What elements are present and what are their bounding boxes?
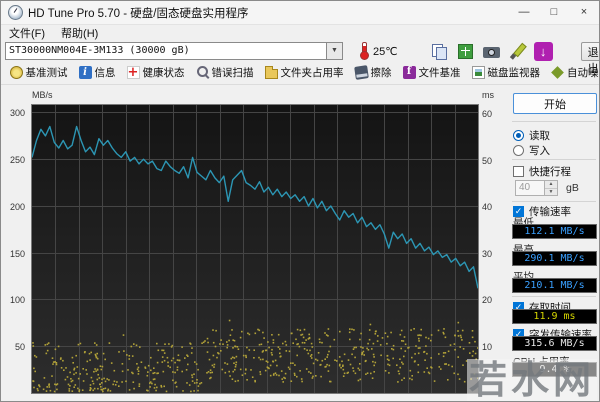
right-axis-tick: 50: [482, 156, 492, 166]
watermark: 若水网: [467, 359, 597, 401]
short-stroke-label: 快捷行程: [529, 164, 571, 179]
left-axis-tick: 100: [10, 295, 25, 305]
download-icon[interactable]: [534, 42, 553, 61]
content: MB/s ms 50 100 150 200 250 300 10 20 30 40 50 60 开…: [1, 85, 599, 401]
maximize-button[interactable]: □: [539, 1, 569, 24]
drive-name: ST30000NM004E-3M133 (30000 gB): [5, 42, 327, 60]
right-axis-tick: 10: [482, 342, 492, 352]
drive-selector[interactable]: ST30000NM004E-3M133 (30000 gB) ▼: [5, 42, 343, 60]
tab-error-scan[interactable]: 错误扫描: [190, 63, 259, 83]
info-icon: [79, 66, 92, 79]
menu-file[interactable]: 文件(F): [1, 25, 53, 41]
brush-icon[interactable]: [508, 42, 527, 61]
radio-write[interactable]: 写入: [513, 143, 550, 158]
toolbar: ST30000NM004E-3M133 (30000 gB) ▼ 25℃ 退出: [1, 41, 599, 61]
aam-icon: [551, 66, 564, 79]
short-stroke-checkbox[interactable]: 快捷行程: [513, 164, 571, 179]
tab-label: 磁盘监视器: [488, 65, 541, 80]
radio-read-label: 读取: [529, 128, 550, 143]
app-icon: [8, 5, 23, 20]
camera-icon[interactable]: [482, 42, 501, 61]
tab-label: 自动噪音管理: [567, 65, 600, 80]
left-axis-tick: 150: [10, 249, 25, 259]
temperature-value: 25℃: [373, 45, 398, 58]
avg-value: 210.1 MB/s: [512, 278, 597, 293]
eraser-icon: [354, 65, 369, 80]
left-axis-tick: 200: [10, 202, 25, 212]
radio-read[interactable]: 读取: [513, 128, 550, 143]
exit-button[interactable]: 退出: [581, 42, 600, 61]
tab-disk-monitor[interactable]: 磁盘监视器: [466, 63, 546, 83]
tab-benchmark[interactable]: 基准测试: [4, 63, 73, 83]
close-button[interactable]: ×: [569, 1, 599, 24]
monitor-image-icon: [472, 66, 485, 79]
right-axis-tick: 60: [482, 109, 492, 119]
short-stroke-unit: gB: [566, 182, 579, 194]
panel-divider: [512, 296, 596, 297]
tab-folder-usage[interactable]: 文件夹占用率: [259, 63, 349, 83]
app-window: HD Tune Pro 5.70 - 硬盘/固态硬盘实用程序 — □ × 文件(…: [0, 0, 600, 402]
radio-write-icon: [513, 145, 524, 156]
tab-label: 文件基准: [419, 65, 461, 80]
minimize-button[interactable]: —: [509, 1, 539, 24]
panel-divider: [512, 201, 596, 202]
tab-label: 文件夹占用率: [281, 65, 344, 80]
window-title: HD Tune Pro 5.70 - 硬盘/固态硬盘实用程序: [28, 5, 248, 21]
burst-rate-value: 315.6 MB/s: [512, 336, 597, 351]
tab-label: 健康状态: [143, 65, 185, 80]
file-icon: [403, 66, 416, 79]
folder-icon: [265, 69, 278, 79]
right-axis-tick: 40: [482, 202, 492, 212]
radio-write-label: 写入: [529, 143, 550, 158]
chevron-down-icon[interactable]: ▼: [327, 42, 343, 60]
tab-label: 错误扫描: [212, 65, 254, 80]
radio-read-icon: [513, 130, 524, 141]
thermometer-icon: [360, 42, 369, 60]
transfer-rate-label: 传输速率: [529, 204, 571, 219]
magnifier-icon: [196, 66, 209, 79]
left-axis-tick: 300: [10, 108, 25, 118]
tab-file-benchmark[interactable]: 文件基准: [397, 63, 466, 83]
tab-label: 擦除: [371, 65, 392, 80]
copy-icon[interactable]: [430, 42, 449, 61]
panel-divider: [512, 121, 596, 122]
right-axis-unit: ms: [482, 90, 494, 100]
left-axis-labels: 50 100 150 200 250 300: [1, 104, 28, 394]
export-results-icon[interactable]: [456, 42, 475, 61]
panel-divider: [512, 159, 596, 160]
toolbar-icons: [430, 42, 553, 61]
left-axis-tick: 250: [10, 155, 25, 165]
right-axis-tick: 20: [482, 295, 492, 305]
title-bar: HD Tune Pro 5.70 - 硬盘/固态硬盘实用程序 — □ ×: [1, 1, 599, 25]
min-value: 112.1 MB/s: [512, 224, 597, 239]
tab-bar: 基准测试信息健康状态错误扫描文件夹占用率擦除文件基准磁盘监视器自动噪音管理随机存…: [1, 61, 599, 85]
short-stroke-value[interactable]: 40: [515, 180, 545, 196]
right-axis-labels: 10 20 30 40 50 60: [482, 104, 504, 394]
menu-bar: 文件(F) 帮助(H): [1, 25, 599, 41]
checkbox-unchecked-icon: [513, 166, 524, 177]
gauge-icon: [10, 66, 23, 79]
left-axis-unit: MB/s: [32, 90, 53, 100]
benchmark-plot: [31, 104, 479, 394]
access-time-value: 11.9 ms: [512, 309, 597, 324]
short-stroke-size: 40 gB: [515, 180, 579, 196]
max-value: 290.1 MB/s: [512, 251, 597, 266]
health-cross-icon: [127, 66, 140, 79]
tab-label: 信息: [95, 65, 116, 80]
quantity-stepper[interactable]: [545, 180, 558, 196]
window-controls: — □ ×: [509, 1, 599, 24]
right-axis-tick: 30: [482, 249, 492, 259]
tab-erase[interactable]: 擦除: [349, 63, 397, 83]
tab-info[interactable]: 信息: [73, 63, 121, 83]
tab-label: 基准测试: [26, 65, 68, 80]
tab-health[interactable]: 健康状态: [121, 63, 190, 83]
menu-help[interactable]: 帮助(H): [53, 25, 106, 41]
left-axis-tick: 50: [15, 342, 25, 352]
start-button[interactable]: 开始: [513, 93, 597, 114]
tab-aam[interactable]: 自动噪音管理: [546, 63, 600, 83]
benchmark-panel: 开始 读取 写入 快捷行程 40 gB: [507, 85, 599, 401]
